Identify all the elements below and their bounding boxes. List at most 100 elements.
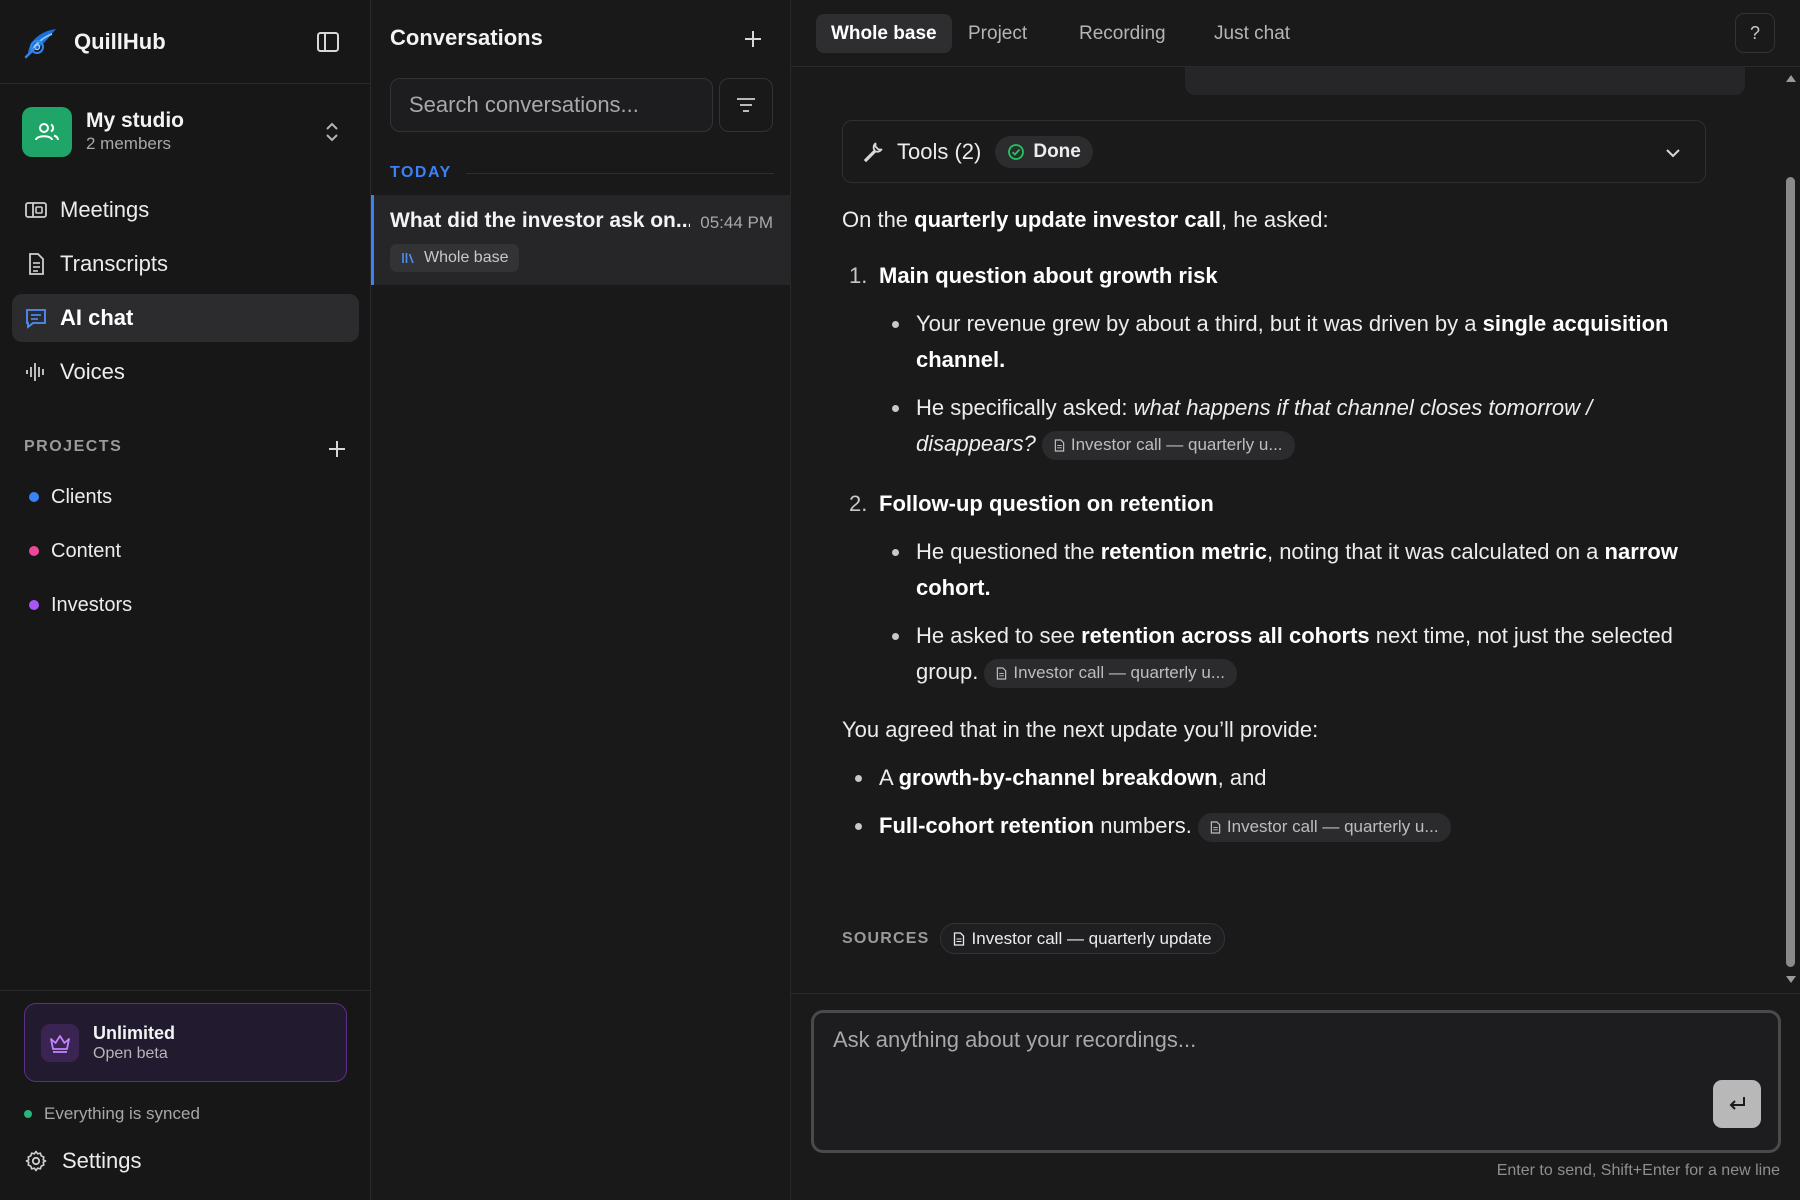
new-conversation-button[interactable] bbox=[741, 27, 765, 51]
plus-icon bbox=[745, 31, 761, 47]
answer-intro: On the quarterly update investor call, h… bbox=[842, 202, 1712, 238]
citation-chip[interactable]: Investor call — quarterly u... bbox=[1041, 430, 1295, 460]
scroll-up-arrow-icon[interactable] bbox=[1785, 73, 1797, 83]
scrollbar-thumb[interactable] bbox=[1786, 177, 1795, 967]
nav-item-label: Voices bbox=[60, 359, 125, 384]
scrollbar[interactable] bbox=[1781, 67, 1800, 992]
nav-item-ai-chat[interactable]: AI chat bbox=[12, 294, 359, 342]
add-project-button[interactable] bbox=[326, 438, 348, 460]
sync-status-dot bbox=[24, 1110, 32, 1118]
bold-text: Full-cohort retention bbox=[879, 813, 1095, 838]
tools-panel[interactable]: Tools (2) Done bbox=[842, 120, 1706, 183]
list-item-title: Main question about growth risk bbox=[879, 263, 1218, 288]
library-icon bbox=[402, 253, 414, 264]
wrench-icon bbox=[864, 142, 883, 162]
tab-project[interactable]: Project bbox=[953, 14, 1042, 53]
sync-status-label: Everything is synced bbox=[44, 1104, 200, 1123]
filter-button[interactable] bbox=[719, 78, 773, 132]
check-circle-icon bbox=[1008, 143, 1025, 160]
plus-icon bbox=[329, 441, 345, 457]
project-color-dot bbox=[29, 492, 39, 502]
sources-row: SOURCES Investor call — quarterly update bbox=[842, 923, 1225, 954]
sources-label: SOURCES bbox=[842, 929, 930, 947]
bold-text: retention metric bbox=[1100, 539, 1267, 564]
conversation-time: 05:44 PM bbox=[700, 213, 773, 232]
users-icon bbox=[35, 123, 59, 141]
text: , noting that it was calculated on a bbox=[1266, 539, 1605, 564]
workspace-switcher[interactable]: My studio 2 members bbox=[22, 107, 348, 157]
crown-icon bbox=[41, 1023, 79, 1062]
text: , and bbox=[1217, 765, 1267, 790]
text: On the bbox=[842, 207, 915, 232]
bullet-item: Your revenue grew by about a third, but … bbox=[842, 306, 1712, 378]
help-button[interactable]: ? bbox=[1735, 13, 1775, 53]
message-input[interactable] bbox=[833, 1027, 1733, 1087]
sidebar: QuillHub My studio 2 members Meetings Tr… bbox=[0, 0, 371, 1200]
quillhub-logo-icon bbox=[24, 29, 56, 59]
list-item-title: Follow-up question on retention bbox=[879, 491, 1214, 516]
conversation-scope-tag: Whole base bbox=[390, 244, 519, 272]
app-name: QuillHub bbox=[74, 29, 166, 54]
workspace-name: My studio bbox=[86, 109, 184, 132]
project-item-clients[interactable]: Clients bbox=[29, 482, 112, 512]
text: He asked to see bbox=[916, 623, 1082, 648]
tab-recording[interactable]: Recording bbox=[1064, 14, 1181, 53]
citation-chip[interactable]: Investor call — quarterly u... bbox=[1197, 812, 1451, 842]
conversation-item[interactable]: What did the investor ask on... 05:44 PM… bbox=[371, 195, 791, 285]
document-icon bbox=[24, 252, 48, 276]
bullet-item: Full-cohort retention numbers. Investor c… bbox=[842, 808, 1712, 844]
tab-whole-base[interactable]: Whole base bbox=[816, 14, 952, 53]
enter-arrow-icon bbox=[1729, 1097, 1745, 1110]
text: A bbox=[879, 765, 899, 790]
bullet-item: He specifically asked: what happens if t… bbox=[842, 390, 1712, 462]
meetings-icon bbox=[24, 198, 48, 222]
document-icon bbox=[953, 931, 964, 946]
chat-main: Whole base Project Recording Just chat ?… bbox=[791, 0, 1800, 1200]
project-label: Investors bbox=[51, 593, 133, 616]
message-scroll-area[interactable]: Tools (2) Done On the quarterly update i… bbox=[791, 67, 1781, 992]
tab-just-chat[interactable]: Just chat bbox=[1199, 14, 1305, 53]
sync-status: Everything is synced bbox=[24, 1104, 200, 1124]
search-conversations-input[interactable] bbox=[390, 78, 713, 132]
collapse-sidebar-button[interactable] bbox=[314, 28, 342, 56]
filter-icon bbox=[737, 98, 755, 112]
workspace-avatar bbox=[22, 107, 72, 157]
previous-user-message bbox=[1185, 67, 1745, 95]
document-icon bbox=[1210, 821, 1221, 834]
composer-hint: Enter to send, Shift+Enter for a new lin… bbox=[1496, 1162, 1780, 1179]
project-item-investors[interactable]: Investors bbox=[29, 590, 132, 620]
text: , he asked: bbox=[1221, 207, 1329, 232]
chevron-down-icon bbox=[1666, 149, 1680, 158]
group-divider bbox=[465, 172, 774, 174]
list-number: 2. bbox=[849, 491, 868, 516]
text: He specifically asked: bbox=[916, 395, 1134, 420]
list-item: 2. Follow-up question on retention bbox=[842, 486, 1712, 522]
conversations-panel: Conversations TODAY What did the investo… bbox=[371, 0, 791, 1200]
settings-button[interactable]: Settings bbox=[24, 1148, 142, 1174]
scope-tag-label: Whole base bbox=[424, 249, 509, 266]
gear-icon bbox=[25, 1150, 47, 1172]
plan-subtitle: Open beta bbox=[93, 1044, 168, 1062]
document-icon bbox=[1054, 439, 1065, 452]
status-badge-label: Done bbox=[1033, 140, 1081, 162]
nav-item-meetings[interactable]: Meetings bbox=[12, 186, 359, 234]
conversation-title: What did the investor ask on... bbox=[390, 209, 690, 232]
project-item-content[interactable]: Content bbox=[29, 536, 121, 566]
bold-text: growth-by-channel breakdown bbox=[898, 765, 1218, 790]
brand[interactable]: QuillHub bbox=[22, 22, 166, 62]
sidebar-divider bbox=[0, 83, 371, 84]
nav-item-transcripts[interactable]: Transcripts bbox=[12, 240, 359, 288]
scroll-down-arrow-icon[interactable] bbox=[1785, 975, 1797, 985]
status-badge: Done bbox=[995, 135, 1093, 168]
bullet-item: He asked to see retention across all coh… bbox=[842, 618, 1712, 690]
bold-text: quarterly update investor call bbox=[914, 207, 1222, 232]
source-chip[interactable]: Investor call — quarterly update bbox=[939, 923, 1225, 954]
citation-chip[interactable]: Investor call — quarterly u... bbox=[984, 658, 1238, 688]
plan-card[interactable]: Unlimited Open beta bbox=[24, 1003, 347, 1082]
send-button[interactable] bbox=[1713, 1080, 1761, 1128]
conversations-title: Conversations bbox=[390, 25, 543, 50]
citation-label: Investor call — quarterly u... bbox=[1013, 663, 1226, 683]
projects-heading: PROJECTS bbox=[24, 438, 123, 455]
tools-label: Tools (2) bbox=[897, 138, 982, 164]
nav-item-voices[interactable]: Voices bbox=[12, 348, 359, 396]
